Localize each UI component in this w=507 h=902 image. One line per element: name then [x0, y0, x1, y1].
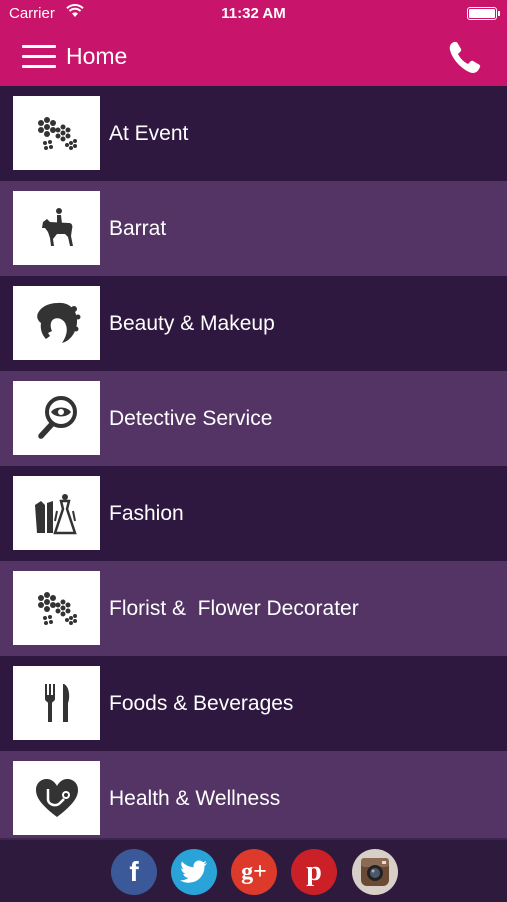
heart-stethoscope-icon [13, 761, 100, 835]
flowers-icon [13, 96, 100, 170]
twitter-icon[interactable] [171, 849, 217, 895]
horse-rider-icon [13, 191, 100, 265]
category-list: At Event Barrat Beauty & Makeup Detectiv… [0, 86, 507, 846]
list-item-label: Fashion [109, 502, 184, 525]
list-item[interactable]: Health & Wellness [0, 751, 507, 846]
list-item-label: Detective Service [109, 407, 273, 430]
list-item[interactable]: Beauty & Makeup [0, 276, 507, 371]
list-item[interactable]: Fashion [0, 466, 507, 561]
pinterest-icon[interactable]: p [291, 849, 337, 895]
list-item-label: Beauty & Makeup [109, 312, 275, 335]
clock: 11:32 AM [221, 5, 286, 22]
fork-knife-icon [13, 666, 100, 740]
list-item-label: Health & Wellness [109, 787, 281, 810]
list-item[interactable]: Florist & Flower Decorater [0, 561, 507, 656]
list-item-label: Florist & Flower Decorater [109, 597, 359, 620]
list-item[interactable]: Detective Service [0, 371, 507, 466]
instagram-icon[interactable] [352, 849, 398, 895]
facebook-icon[interactable]: f [111, 849, 157, 895]
magnifier-eye-icon [13, 381, 100, 455]
battery-icon [467, 7, 500, 20]
list-item[interactable]: Foods & Beverages [0, 656, 507, 751]
hamburger-menu-icon[interactable] [22, 43, 56, 71]
list-item-label: Barrat [109, 217, 167, 240]
status-bar: Carrier 11:32 AM [0, 0, 507, 28]
list-item-label: Foods & Beverages [109, 692, 294, 715]
flowers-icon [13, 571, 100, 645]
phone-icon[interactable] [445, 38, 485, 78]
google-plus-icon[interactable]: g+ [231, 849, 277, 895]
page-title: Home [66, 43, 128, 69]
social-bar: f g+ p [0, 838, 507, 902]
list-item[interactable]: Barrat [0, 181, 507, 276]
list-item-label: At Event [109, 122, 189, 145]
list-item[interactable]: At Event [0, 86, 507, 181]
dress-icon [13, 476, 100, 550]
nav-bar: Home [0, 28, 507, 86]
woman-face-icon [13, 286, 100, 360]
